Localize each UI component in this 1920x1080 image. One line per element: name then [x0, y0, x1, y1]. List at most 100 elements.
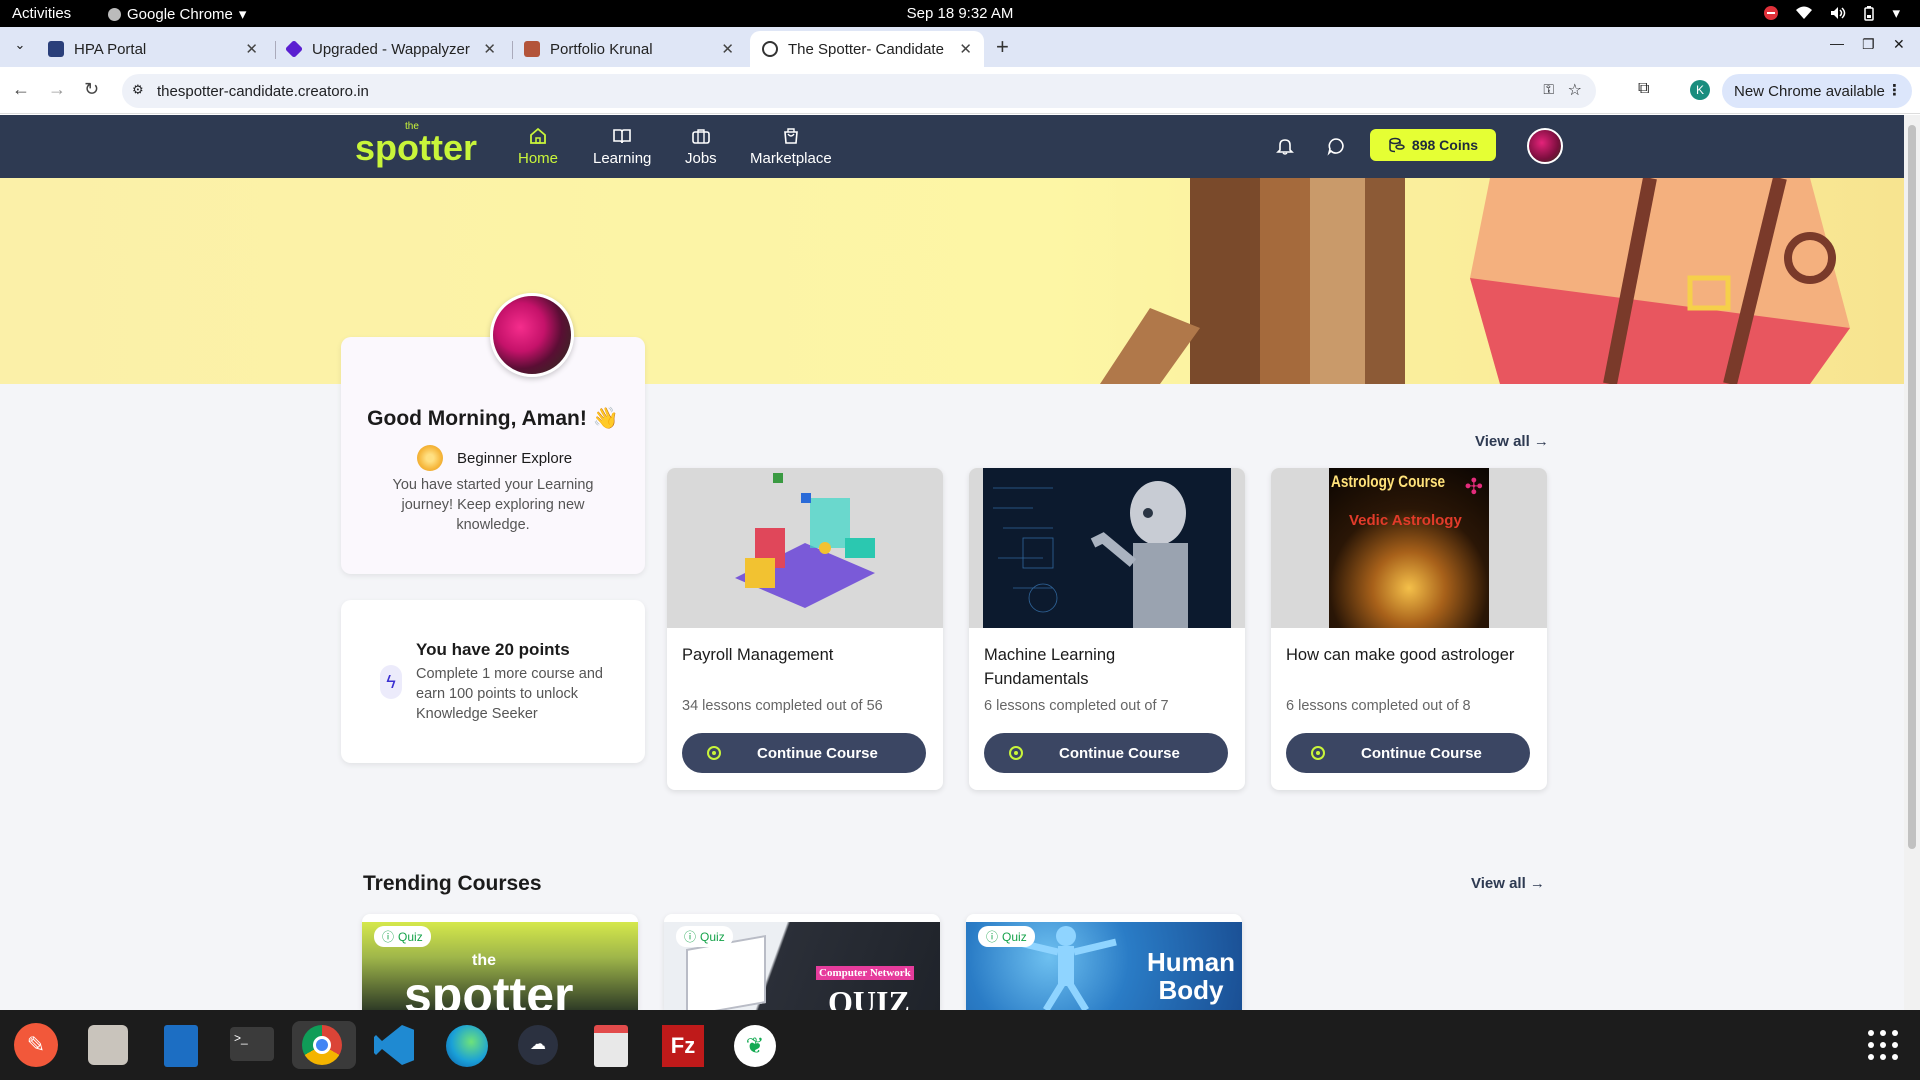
trending-course-card[interactable]: Human Body ⓘ Quiz — [966, 914, 1242, 1010]
do-not-disturb-icon — [1764, 6, 1779, 20]
close-tab-icon[interactable]: ✕ — [721, 40, 734, 58]
tab-title: Portfolio Krunal — [550, 40, 653, 58]
course-image — [969, 468, 1245, 628]
nav-learning[interactable]: Learning — [593, 126, 651, 167]
nav-jobs[interactable]: Jobs — [685, 126, 717, 167]
target-icon — [1009, 746, 1023, 760]
system-top-bar: Activities Google Chrome ▾ Sep 18 9:32 A… — [0, 0, 1920, 27]
home-icon — [530, 127, 546, 144]
filezilla-launcher[interactable]: Fz — [658, 1021, 706, 1069]
mongodb-launcher[interactable]: ❦ — [730, 1021, 778, 1069]
activities-button[interactable]: Activities — [12, 5, 71, 22]
nav-home[interactable]: Home — [518, 126, 558, 167]
window-close-icon[interactable]: ✕ — [1893, 36, 1905, 53]
course-card[interactable]: Machine Learning Fundamentals 6 lessons … — [969, 468, 1245, 790]
greeting-card: Good Morning, Aman! 👋 Beginner Explore Y… — [341, 337, 645, 574]
course-card[interactable]: Payroll Management 34 lessons completed … — [667, 468, 943, 790]
power-menu-icon: ▾ — [1892, 5, 1900, 22]
course-image: Astrology Course Vedic Astrology ✣ — [1271, 468, 1547, 628]
trending-course-card[interactable]: the spotter ⓘ Quiz — [362, 914, 638, 1010]
system-tray[interactable]: ▾ — [1764, 4, 1900, 22]
files-launcher[interactable] — [84, 1021, 132, 1069]
spotter-logo[interactable]: the spotter — [355, 121, 477, 169]
dock: ✎ >_ ☁ Fz ❦ — [0, 1010, 1920, 1080]
url-input[interactable]: ⚙ thespotter-candidate.creatoro.in ⚿ ☆ — [122, 74, 1596, 108]
view-all-continue-link[interactable]: View all → — [1475, 433, 1549, 450]
document-viewer-launcher[interactable] — [586, 1021, 634, 1069]
new-tab-icon[interactable]: + — [996, 34, 1009, 60]
image-small-text: Computer Network — [816, 966, 914, 980]
main-content — [0, 384, 1904, 1010]
tab-title: The Spotter- Candidate F — [788, 40, 950, 58]
image-subtitle: Vedic Astrology — [1349, 512, 1462, 529]
chrome-launcher[interactable] — [292, 1021, 356, 1069]
battery-icon — [1864, 5, 1875, 21]
cloud-icon: ☁ — [518, 1025, 558, 1065]
edge-icon — [446, 1025, 488, 1067]
trending-courses-heading: Trending Courses — [363, 872, 542, 895]
user-avatar[interactable] — [1527, 128, 1563, 164]
app-menu[interactable]: Google Chrome ▾ — [108, 5, 246, 23]
nav-marketplace[interactable]: Marketplace — [750, 126, 832, 167]
app-name: Google Chrome — [127, 5, 233, 23]
back-icon[interactable]: ← — [12, 79, 30, 100]
viewer-icon — [594, 1025, 628, 1067]
address-bar-row: ← → ↻ ⚙ thespotter-candidate.creatoro.in… — [0, 67, 1920, 114]
coins-balance-button[interactable]: 898 Coins — [1370, 129, 1496, 161]
writer-launcher[interactable] — [156, 1021, 204, 1069]
close-tab-icon[interactable]: ✕ — [959, 40, 972, 58]
payroll-illustration — [735, 473, 875, 608]
bookmark-star-icon[interactable]: ☆ — [1568, 80, 1582, 100]
minimize-icon[interactable]: — — [1830, 35, 1844, 51]
course-image — [667, 468, 943, 628]
reload-icon[interactable]: ↻ — [84, 79, 99, 100]
terminal-launcher[interactable]: >_ — [228, 1021, 276, 1069]
course-card[interactable]: Astrology Course Vedic Astrology ✣ How c… — [1271, 468, 1547, 790]
wappalyzer-favicon-icon — [284, 39, 304, 59]
page-scrollbar[interactable] — [1904, 115, 1920, 1010]
chrome-icon — [302, 1025, 342, 1065]
course-title: Payroll Management — [682, 646, 834, 664]
profile-avatar[interactable]: K — [1690, 80, 1710, 100]
restore-icon[interactable]: ❐ — [1862, 36, 1875, 53]
show-apps-grid-icon[interactable] — [1868, 1030, 1898, 1060]
vscode-icon — [374, 1025, 414, 1065]
continue-course-button[interactable]: Continue Course — [1286, 733, 1530, 773]
pen-icon: ✎ — [14, 1023, 58, 1067]
tab-portfolio-krunal[interactable]: Portfolio Krunal ✕ — [512, 31, 746, 67]
coins-label: 898 Coins — [1411, 137, 1479, 153]
close-tab-icon[interactable]: ✕ — [483, 40, 496, 58]
bell-icon[interactable] — [1275, 136, 1295, 156]
tab-hpa-portal[interactable]: HPA Portal ✕ — [36, 31, 270, 67]
edge-launcher[interactable] — [442, 1021, 490, 1069]
tab-the-spotter[interactable]: The Spotter- Candidate F ✕ — [750, 31, 984, 67]
vscode-launcher[interactable] — [370, 1021, 418, 1069]
briefcase-icon — [692, 129, 710, 144]
clock[interactable]: Sep 18 9:32 AM — [0, 5, 1920, 22]
text-editor-launcher[interactable]: ✎ — [12, 1021, 60, 1069]
continue-course-button[interactable]: Continue Course — [984, 733, 1228, 773]
chat-icon[interactable] — [1326, 136, 1346, 156]
view-all-trending-link[interactable]: View all → — [1471, 875, 1545, 892]
tab-title: Upgraded - Wappalyzer — [312, 40, 470, 58]
scrollbar-thumb[interactable] — [1908, 125, 1916, 849]
continue-course-button[interactable]: Continue Course — [682, 733, 926, 773]
level-label: Beginner Explore — [457, 449, 573, 467]
quiz-label: Quiz — [1002, 929, 1027, 944]
profile-avatar-large[interactable] — [490, 293, 574, 377]
more-menu-icon[interactable]: ⋮ — [1887, 81, 1902, 99]
nav-label: Learning — [593, 150, 652, 167]
close-tab-icon[interactable]: ✕ — [245, 40, 258, 58]
password-key-icon[interactable]: ⚿ — [1543, 81, 1554, 98]
trending-course-card[interactable]: Computer Network QUIZ ⓘ Quiz — [664, 914, 940, 1010]
forward-icon[interactable]: → — [48, 79, 66, 100]
site-info-icon[interactable]: ⚙ — [132, 82, 144, 98]
tab-wappalyzer[interactable]: Upgraded - Wappalyzer ✕ — [274, 31, 508, 67]
extensions-icon[interactable]: ⧉ — [1638, 80, 1649, 98]
tab-search-icon[interactable]: ⌄ — [8, 37, 32, 57]
new-chrome-button[interactable]: New Chrome available ⋮ — [1722, 74, 1912, 108]
cloud-app-launcher[interactable]: ☁ — [514, 1021, 562, 1069]
tab-strip: ⌄ HPA Portal ✕ Upgraded - Wappalyzer ✕ P… — [0, 27, 1920, 67]
wifi-icon — [1796, 6, 1813, 19]
coins-icon — [1389, 137, 1405, 153]
